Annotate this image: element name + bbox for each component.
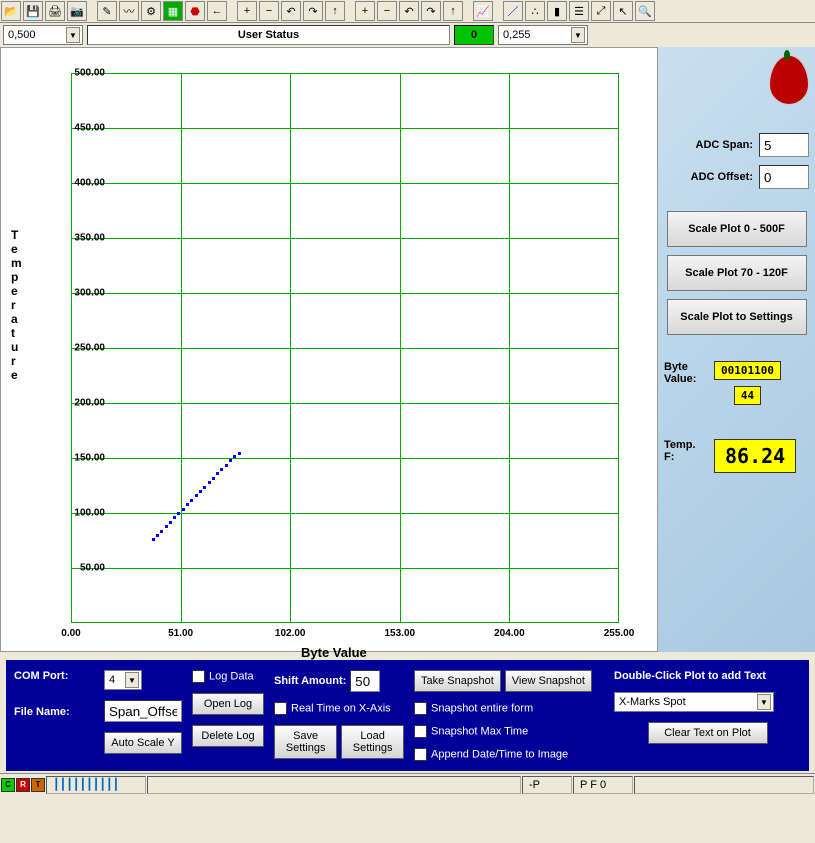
- plus-icon[interactable]: +: [237, 1, 257, 21]
- temp-label: Temp. F:: [664, 439, 708, 463]
- minus2-icon[interactable]: −: [377, 1, 397, 21]
- rotate-left-icon[interactable]: ↶: [281, 1, 301, 21]
- up2-icon[interactable]: ↑: [443, 1, 463, 21]
- shift-amount-label: Shift Amount:: [274, 675, 346, 687]
- save-settings-button[interactable]: Save Settings: [274, 725, 337, 759]
- snapshot-max-checkbox[interactable]: [414, 725, 427, 738]
- view-snapshot-button[interactable]: View Snapshot: [505, 670, 592, 692]
- save-icon[interactable]: 💾: [23, 1, 43, 21]
- wave-icon[interactable]: 〰: [119, 1, 139, 21]
- pencil-icon[interactable]: ✎: [97, 1, 117, 21]
- filename-label: File Name:: [14, 706, 70, 718]
- bottom-panel: COM Port: File Name: 4 ▼ Auto Scale Y Lo…: [6, 660, 809, 771]
- left-value-dropdown[interactable]: 0,500 ▼: [3, 25, 83, 45]
- led-c-icon: C: [1, 778, 15, 792]
- auto-scale-y-button[interactable]: Auto Scale Y: [104, 732, 182, 754]
- led-t-icon: T: [31, 778, 45, 792]
- scale-plot-settings-button[interactable]: Scale Plot to Settings: [667, 299, 807, 335]
- print-icon[interactable]: 🖨: [45, 1, 65, 21]
- filename-input[interactable]: [104, 700, 182, 722]
- status-row: 0,500 ▼ User Status 0 0,255 ▼: [0, 23, 815, 47]
- rotate-right-icon[interactable]: ↷: [303, 1, 323, 21]
- byte-binary-display: 00101100: [714, 361, 781, 380]
- stamps-logo-icon: [769, 55, 809, 105]
- append-date-label: Append Date/Time to Image: [431, 748, 568, 760]
- cross-icon[interactable]: ⤢: [591, 1, 611, 21]
- rotate-left2-icon[interactable]: ↶: [399, 1, 419, 21]
- byte-value-label: Byte Value:: [664, 361, 708, 385]
- main-area: Temperature Byte Value 0.0051.00102.0015…: [0, 47, 815, 652]
- delete-log-button[interactable]: Delete Log: [192, 725, 264, 747]
- rotate-right2-icon[interactable]: ↷: [421, 1, 441, 21]
- com-port-select[interactable]: 4 ▼: [104, 670, 142, 690]
- grid-icon[interactable]: ▦: [163, 1, 183, 21]
- chevron-down-icon: ▼: [571, 27, 585, 43]
- status-indicator: 0: [454, 25, 494, 45]
- sb-tail: [634, 776, 814, 794]
- plot-area[interactable]: Temperature Byte Value 0.0051.00102.0015…: [0, 47, 658, 652]
- chevron-down-icon: ▼: [757, 694, 771, 710]
- adc-span-input[interactable]: [759, 133, 809, 157]
- sb-pf: P F 0: [573, 776, 633, 794]
- side-panel: ADC Span: ADC Offset: Scale Plot 0 - 500…: [658, 47, 815, 652]
- status-bar: C R T ┃┃┃┃┃┃┃┃┃┃ -P P F 0: [0, 773, 815, 795]
- plot-grid: [71, 73, 619, 623]
- y-axis-label: Temperature: [11, 228, 21, 382]
- right-value-dropdown[interactable]: 0,255 ▼: [498, 25, 588, 45]
- led-r-icon: R: [16, 778, 30, 792]
- open-log-button[interactable]: Open Log: [192, 693, 264, 715]
- chart-icon[interactable]: 📈: [473, 1, 493, 21]
- sb-spacer: [147, 776, 521, 794]
- append-date-checkbox[interactable]: [414, 748, 427, 761]
- right-value: 0,255: [503, 29, 531, 41]
- x-axis-label: Byte Value: [301, 645, 367, 660]
- load-settings-button[interactable]: Load Settings: [341, 725, 404, 759]
- cursor-icon[interactable]: ↖: [613, 1, 633, 21]
- adc-offset-label: ADC Offset:: [691, 171, 753, 183]
- minus-icon[interactable]: −: [259, 1, 279, 21]
- com-port-label: COM Port:: [14, 670, 68, 682]
- pen-icon[interactable]: ／: [503, 1, 523, 21]
- shift-amount-input[interactable]: [350, 670, 380, 692]
- log-data-label: Log Data: [209, 670, 254, 682]
- progress-indicator: ┃┃┃┃┃┃┃┃┃┃: [46, 776, 146, 794]
- left-value: 0,500: [8, 29, 36, 41]
- zoom-icon[interactable]: 🔍: [635, 1, 655, 21]
- log-data-checkbox[interactable]: [192, 670, 205, 683]
- snapshot-max-label: Snapshot Max Time: [431, 725, 528, 737]
- scatter-icon[interactable]: ∴: [525, 1, 545, 21]
- byte-decimal-display: 44: [734, 386, 761, 405]
- temp-display: 86.24: [714, 439, 796, 473]
- bars-icon[interactable]: ▮: [547, 1, 567, 21]
- user-status-box: User Status: [87, 25, 450, 45]
- clear-text-button[interactable]: Clear Text on Plot: [648, 722, 768, 744]
- realtime-checkbox[interactable]: [274, 702, 287, 715]
- scale-plot-120-button[interactable]: Scale Plot 70 - 120F: [667, 255, 807, 291]
- camera-icon[interactable]: 📷: [67, 1, 87, 21]
- plus2-icon[interactable]: +: [355, 1, 375, 21]
- back-icon[interactable]: ←: [207, 1, 227, 21]
- main-toolbar: 📂 💾 🖨 📷 ✎ 〰 ⚙ ▦ ⬣ ← + − ↶ ↷ ↑ + − ↶ ↷ ↑ …: [0, 0, 815, 23]
- scale-plot-500-button[interactable]: Scale Plot 0 - 500F: [667, 211, 807, 247]
- adc-offset-input[interactable]: [759, 165, 809, 189]
- snapshot-form-checkbox[interactable]: [414, 702, 427, 715]
- dbl-click-hint: Double-Click Plot to add Text: [614, 670, 801, 682]
- adc-span-label: ADC Span:: [696, 139, 753, 151]
- xmarks-select[interactable]: X-Marks Spot ▼: [614, 692, 774, 712]
- chevron-down-icon: ▼: [125, 672, 139, 688]
- sb-p: -P: [522, 776, 572, 794]
- gear-icon[interactable]: ⚙: [141, 1, 161, 21]
- legend-icon[interactable]: ☰: [569, 1, 589, 21]
- realtime-label: Real Time on X-Axis: [291, 702, 391, 714]
- snapshot-form-label: Snapshot entire form: [431, 702, 533, 714]
- user-status-label: User Status: [238, 29, 299, 41]
- up-icon[interactable]: ↑: [325, 1, 345, 21]
- stop-icon[interactable]: ⬣: [185, 1, 205, 21]
- take-snapshot-button[interactable]: Take Snapshot: [414, 670, 501, 692]
- chevron-down-icon: ▼: [66, 27, 80, 43]
- open-icon[interactable]: 📂: [1, 1, 21, 21]
